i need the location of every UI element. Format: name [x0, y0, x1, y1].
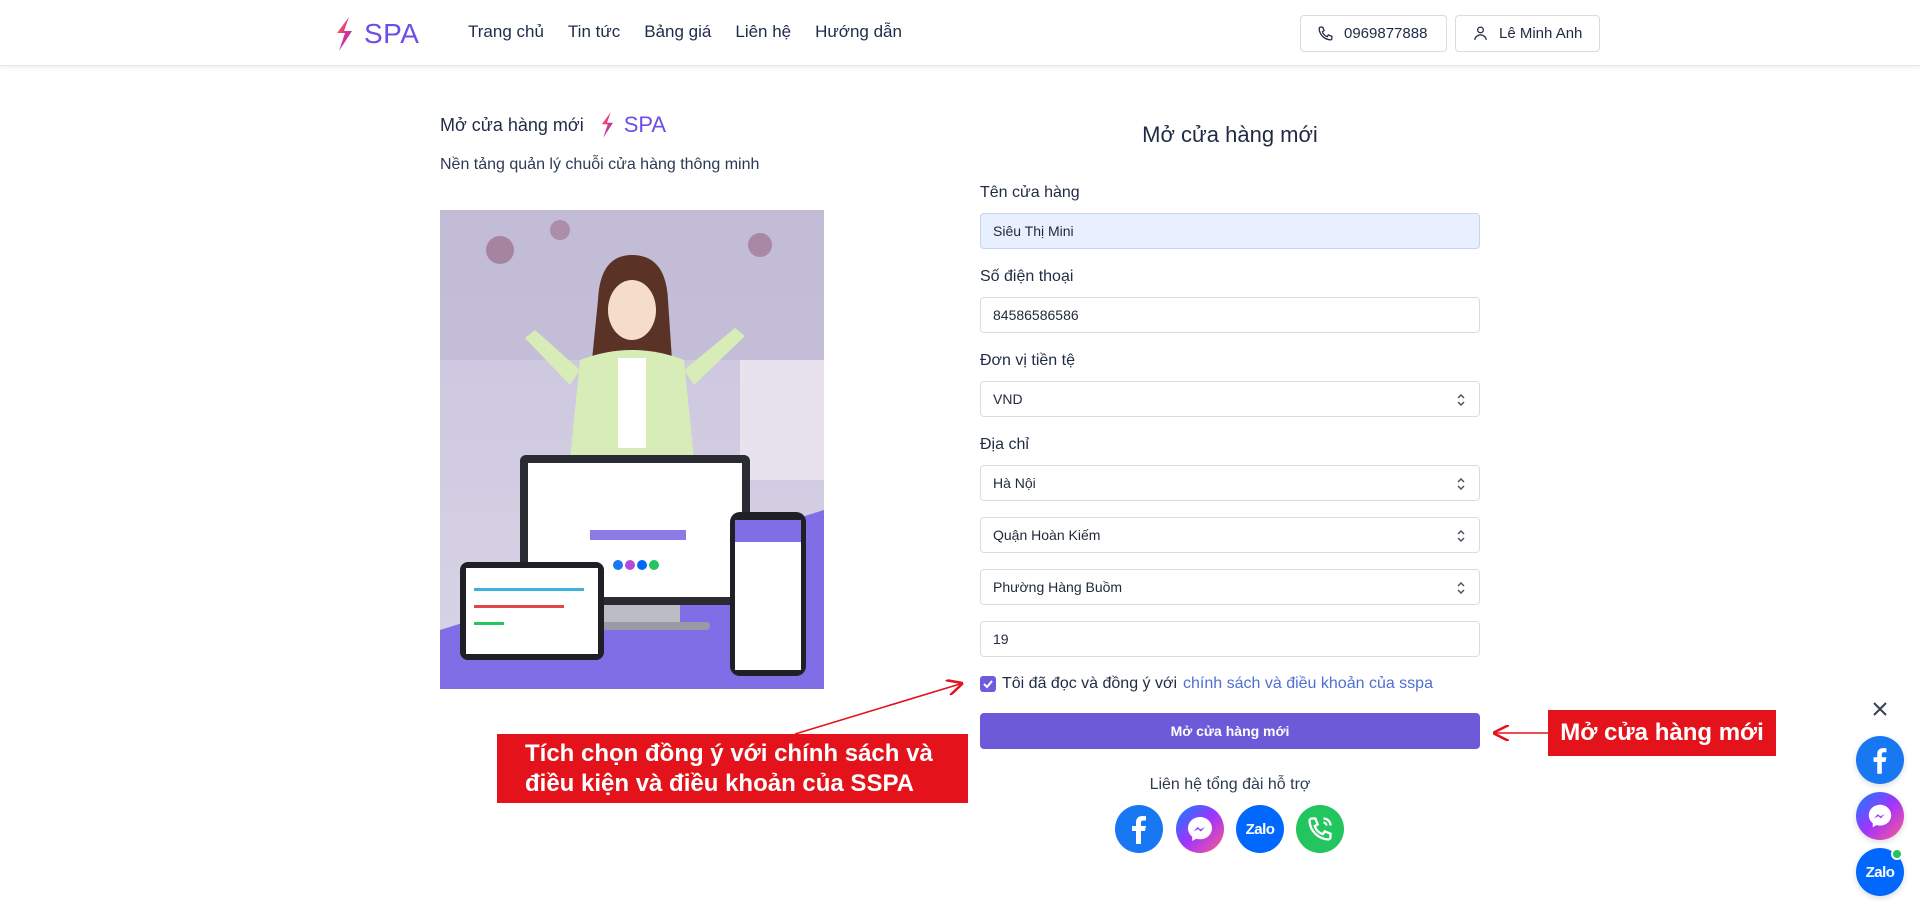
brand-logo[interactable]: SPA	[332, 14, 419, 54]
float-facebook-button[interactable]	[1856, 736, 1904, 784]
currency-select[interactable]: VND	[980, 381, 1480, 417]
nav-item-contact[interactable]: Liên hệ	[735, 22, 791, 42]
agree-text: Tôi đã đọc và đồng ý với	[1002, 675, 1178, 692]
chevron-updown-icon	[1457, 529, 1465, 543]
support-text: Liên hệ tổng đài hỗ trợ	[1149, 776, 1311, 793]
main-nav: Trang chủ Tin tức Bảng giá Liên hệ Hướng…	[468, 22, 902, 42]
chevron-updown-icon	[1457, 581, 1465, 595]
left-subtitle: Nền tảng quản lý chuỗi cửa hàng thông mi…	[440, 156, 760, 173]
zalo-icon: Zalo	[1245, 820, 1275, 838]
zalo-link[interactable]: Zalo	[1236, 805, 1284, 853]
call-link[interactable]	[1296, 805, 1344, 853]
open-store-button[interactable]: Mở cửa hàng mới	[980, 713, 1480, 749]
messenger-icon	[1868, 804, 1892, 828]
online-status-dot	[1891, 848, 1903, 860]
currency-label: Đơn vị tiền tệ	[980, 352, 1075, 369]
district-select[interactable]: Quận Hoàn Kiếm	[980, 517, 1480, 553]
phone-input[interactable]: 84586586586	[980, 297, 1480, 333]
district-selected: Quận Hoàn Kiếm	[993, 527, 1101, 543]
top-header: SPA Trang chủ Tin tức Bảng giá Liên hệ H…	[0, 0, 1920, 66]
hero-image	[440, 210, 824, 689]
logo-text: SPA	[364, 18, 420, 49]
user-menu-button[interactable]: Lê Minh Anh	[1455, 15, 1600, 52]
spa-logo-icon	[601, 112, 613, 138]
facebook-link[interactable]	[1115, 805, 1163, 853]
nav-item-home[interactable]: Trang chủ	[468, 22, 544, 42]
messenger-icon	[1188, 817, 1212, 841]
policy-link[interactable]: chính sách và điều khoản của sspa	[1183, 675, 1433, 693]
phone-icon	[1318, 26, 1333, 41]
store-name-label: Tên cửa hàng	[980, 184, 1080, 201]
agree-checkbox[interactable]	[980, 676, 996, 692]
hotline-button[interactable]: 0969877888	[1300, 15, 1447, 52]
ward-select[interactable]: Phường Hàng Buồm	[980, 569, 1480, 605]
province-select[interactable]: Hà Nội	[980, 465, 1480, 501]
facebook-icon	[1873, 748, 1887, 774]
close-icon[interactable]	[1871, 700, 1889, 718]
street-input[interactable]: 19	[980, 621, 1480, 657]
left-brand-text: SPA	[623, 112, 667, 137]
form-title: Mở cửa hàng mới	[1142, 122, 1318, 147]
phone-label: Số điện thoại	[980, 268, 1074, 285]
phone-call-icon	[1308, 817, 1332, 841]
nav-item-guide[interactable]: Hướng dẫn	[815, 22, 902, 42]
float-messenger-button[interactable]	[1856, 792, 1904, 840]
left-heading: Mở cửa hàng mới SPA	[440, 110, 666, 140]
nav-item-pricing[interactable]: Bảng giá	[644, 22, 711, 42]
currency-selected: VND	[993, 391, 1023, 407]
agree-row: Tôi đã đọc và đồng ý với chính sách và đ…	[980, 675, 1433, 693]
nav-item-news[interactable]: Tin tức	[568, 22, 620, 42]
province-selected: Hà Nội	[993, 475, 1036, 491]
annotation-submit-callout: Mở cửa hàng mới	[1548, 710, 1776, 756]
facebook-icon	[1132, 816, 1146, 844]
address-label: Địa chỉ	[980, 436, 1029, 453]
chevron-updown-icon	[1457, 393, 1465, 407]
user-name: Lê Minh Anh	[1499, 25, 1583, 42]
user-icon	[1474, 26, 1487, 40]
messenger-link[interactable]	[1176, 805, 1224, 853]
left-title-text: Mở cửa hàng mới	[440, 114, 584, 135]
annotation-agree-callout: Tích chọn đồng ý với chính sách và điều …	[497, 734, 968, 803]
annotation-line-1: Tích chọn đồng ý với chính sách và	[525, 740, 933, 767]
annotation-line-2: điều kiện và điều khoản của SSPA	[525, 770, 915, 797]
chevron-updown-icon	[1457, 477, 1465, 491]
spa-logo-icon	[337, 17, 352, 51]
ward-selected: Phường Hàng Buồm	[993, 579, 1123, 595]
store-name-input[interactable]: Siêu Thị Mini	[980, 213, 1480, 249]
check-icon	[983, 680, 993, 689]
zalo-icon: Zalo	[1865, 863, 1895, 881]
hotline-number: 0969877888	[1344, 25, 1428, 42]
